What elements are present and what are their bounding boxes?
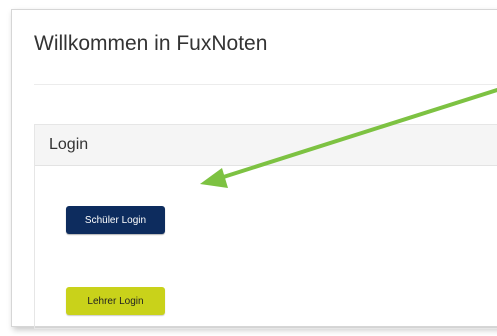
teacher-login-button[interactable]: Lehrer Login — [66, 287, 165, 315]
page-title: Willkommen in FuxNoten — [34, 32, 268, 55]
login-panel: Login Schüler Login Lehrer Login — [34, 124, 497, 329]
title-divider — [34, 84, 497, 85]
login-panel-heading: Login — [35, 125, 497, 166]
page: Willkommen in FuxNoten Login Schüler Log… — [0, 0, 497, 336]
student-login-button[interactable]: Schüler Login — [66, 206, 165, 234]
welcome-card: Willkommen in FuxNoten Login Schüler Log… — [11, 9, 497, 329]
login-panel-title: Login — [49, 136, 89, 153]
